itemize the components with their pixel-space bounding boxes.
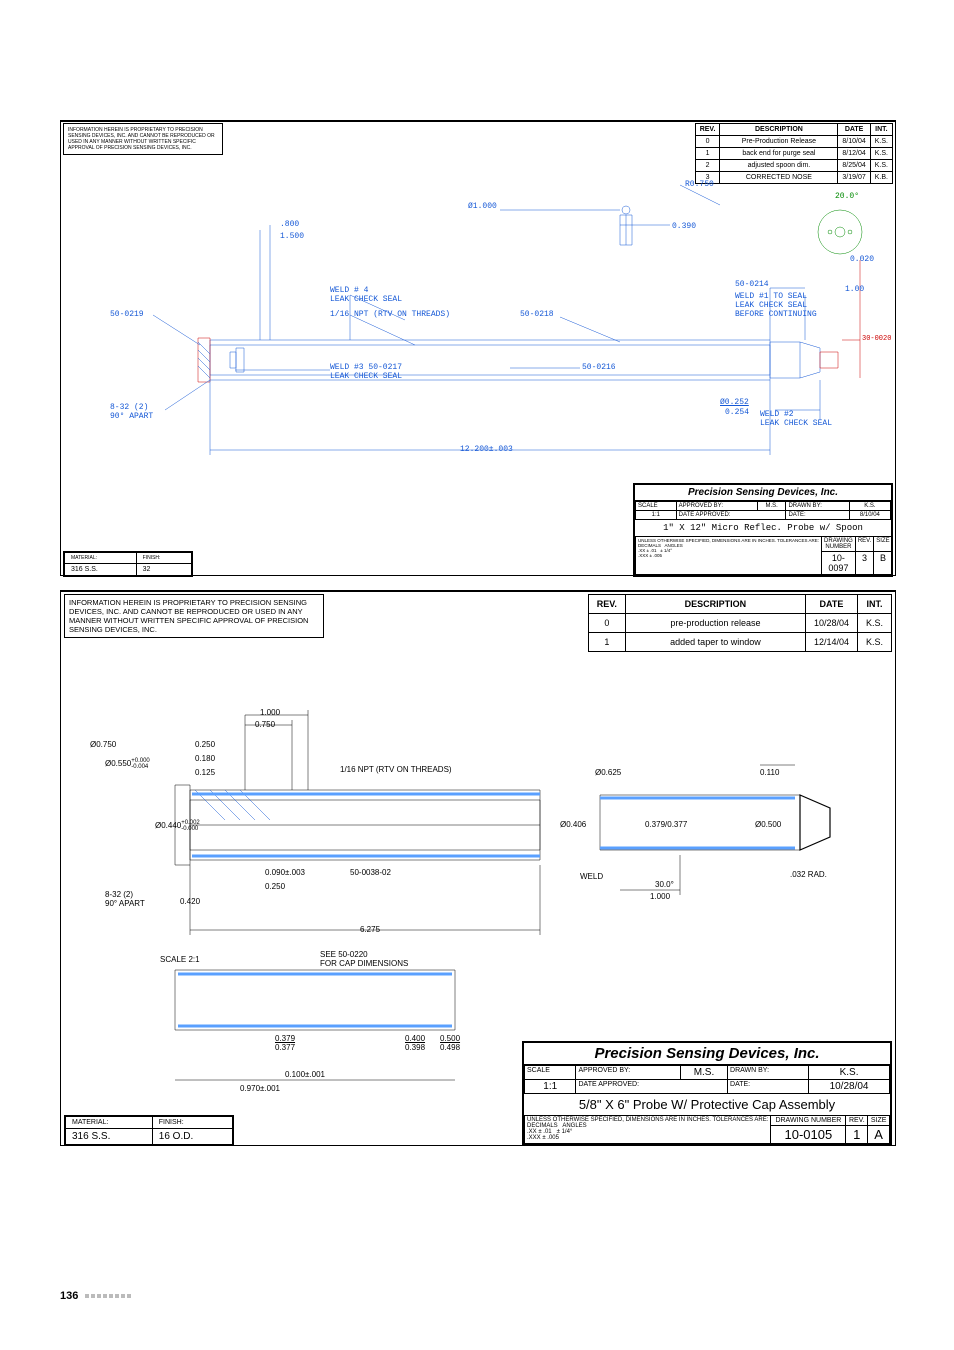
part-50-0214: 50-0214 xyxy=(735,280,769,289)
dia-440b: Ø0.440+0.002 -0.000 xyxy=(155,820,200,832)
dim-1500: 1.500 xyxy=(280,232,304,241)
dim-970b: 0.970±.001 xyxy=(240,1084,280,1093)
dim-1000b2: 1.000 xyxy=(650,892,670,901)
dim-125b: 0.125 xyxy=(195,768,215,777)
angle-20: 20.0° xyxy=(835,192,859,201)
fr500: 0.5000.498 xyxy=(440,1034,460,1052)
titleblock-top: Precision Sensing Devices, Inc. SCALE AP… xyxy=(633,483,893,577)
dim-750b: 0.750 xyxy=(255,720,275,729)
dim-6275b: 6.275 xyxy=(360,925,380,934)
overall-len: 12.200±.003 xyxy=(460,445,513,454)
page-number: 136 xyxy=(60,1290,132,1302)
fr379: 0.3790.377 xyxy=(275,1034,295,1052)
dim-110b: 0.110 xyxy=(760,768,779,777)
part-50-0216: 50-0216 xyxy=(582,363,616,372)
weld1: WELD #1 TO SEAL LEAK CHECK SEAL BEFORE C… xyxy=(735,292,817,319)
see-0220: SEE 50-0220 FOR CAP DIMENSIONS xyxy=(320,950,408,968)
dim-090b: 0.090±.003 xyxy=(265,868,305,877)
part-50-0218: 50-0218 xyxy=(520,310,554,319)
scale21: SCALE 2:1 xyxy=(160,955,200,964)
weld-b: WELD xyxy=(580,872,603,881)
dim-1000b: 1.000 xyxy=(260,708,280,717)
dim-100b: 0.100±.001 xyxy=(285,1070,325,1079)
fr400: 0.4000.398 xyxy=(405,1034,425,1052)
part-50-0038b: 50-0038-02 xyxy=(350,868,391,877)
titleblock-bottom: Precision Sensing Devices, Inc. SCALE AP… xyxy=(522,1041,892,1146)
dim-250b: 0.250 xyxy=(195,740,215,749)
dim-254: 0.254 xyxy=(725,408,749,417)
dia-500b: Ø0.500 xyxy=(755,820,781,829)
dia-406b: Ø0.406 xyxy=(560,820,586,829)
material-box-top: MATERIAL:FINISH: 316 S.S.32 xyxy=(63,551,193,577)
dia-625b: Ø0.625 xyxy=(595,768,621,777)
weld4: WELD # 4 LEAK CHECK SEAL xyxy=(330,286,402,304)
ang-30b: 30.0° xyxy=(655,880,674,889)
material-box-bottom: MATERIAL:FINISH: 316 S.S.16 O.D. xyxy=(64,1115,234,1146)
dim-390: 0.390 xyxy=(672,222,696,231)
dim-diameter: Ø1.000 xyxy=(468,202,497,211)
dim-800: .800 xyxy=(280,220,299,229)
dim-250b2: 0.250 xyxy=(265,882,285,891)
part-30-0020: 30-0020 xyxy=(862,335,891,343)
drawing-top: INFORMATION HEREIN IS PROPRIETARY TO PRE… xyxy=(60,120,896,580)
weld3: WELD #3 50-0217 LEAK CHECK SEAL xyxy=(330,363,402,381)
drawing-bottom: INFORMATION HEREIN IS PROPRIETARY TO PRE… xyxy=(60,590,896,1150)
dim-180b: 0.180 xyxy=(195,754,215,763)
rad-032b: .032 RAD. xyxy=(790,870,827,879)
radius: R0.750 xyxy=(685,180,714,189)
fr379b: 0.379/0.377 xyxy=(645,820,687,829)
dim-020: 0.020 xyxy=(850,255,874,264)
dia-252: Ø0.252 xyxy=(720,398,749,407)
part-50-0219: 50-0219 xyxy=(110,310,144,319)
weld2: WELD #2 LEAK CHECK SEAL xyxy=(760,410,832,428)
dia-550b: Ø0.550+0.000 -0.004 xyxy=(105,758,150,770)
npt-b: 1/16 NPT (RTV ON THREADS) xyxy=(340,765,452,774)
npt-top: 1/16 NPT (RTV ON THREADS) xyxy=(330,310,450,319)
dim-100: 1.00 xyxy=(845,285,864,294)
dim-420b: 0.420 xyxy=(180,897,200,906)
thread-spec: 8-32 (2) 90° APART xyxy=(110,403,153,421)
thread-b: 8-32 (2) 90° APART xyxy=(105,890,145,908)
dia-750b: Ø0.750 xyxy=(90,740,116,749)
